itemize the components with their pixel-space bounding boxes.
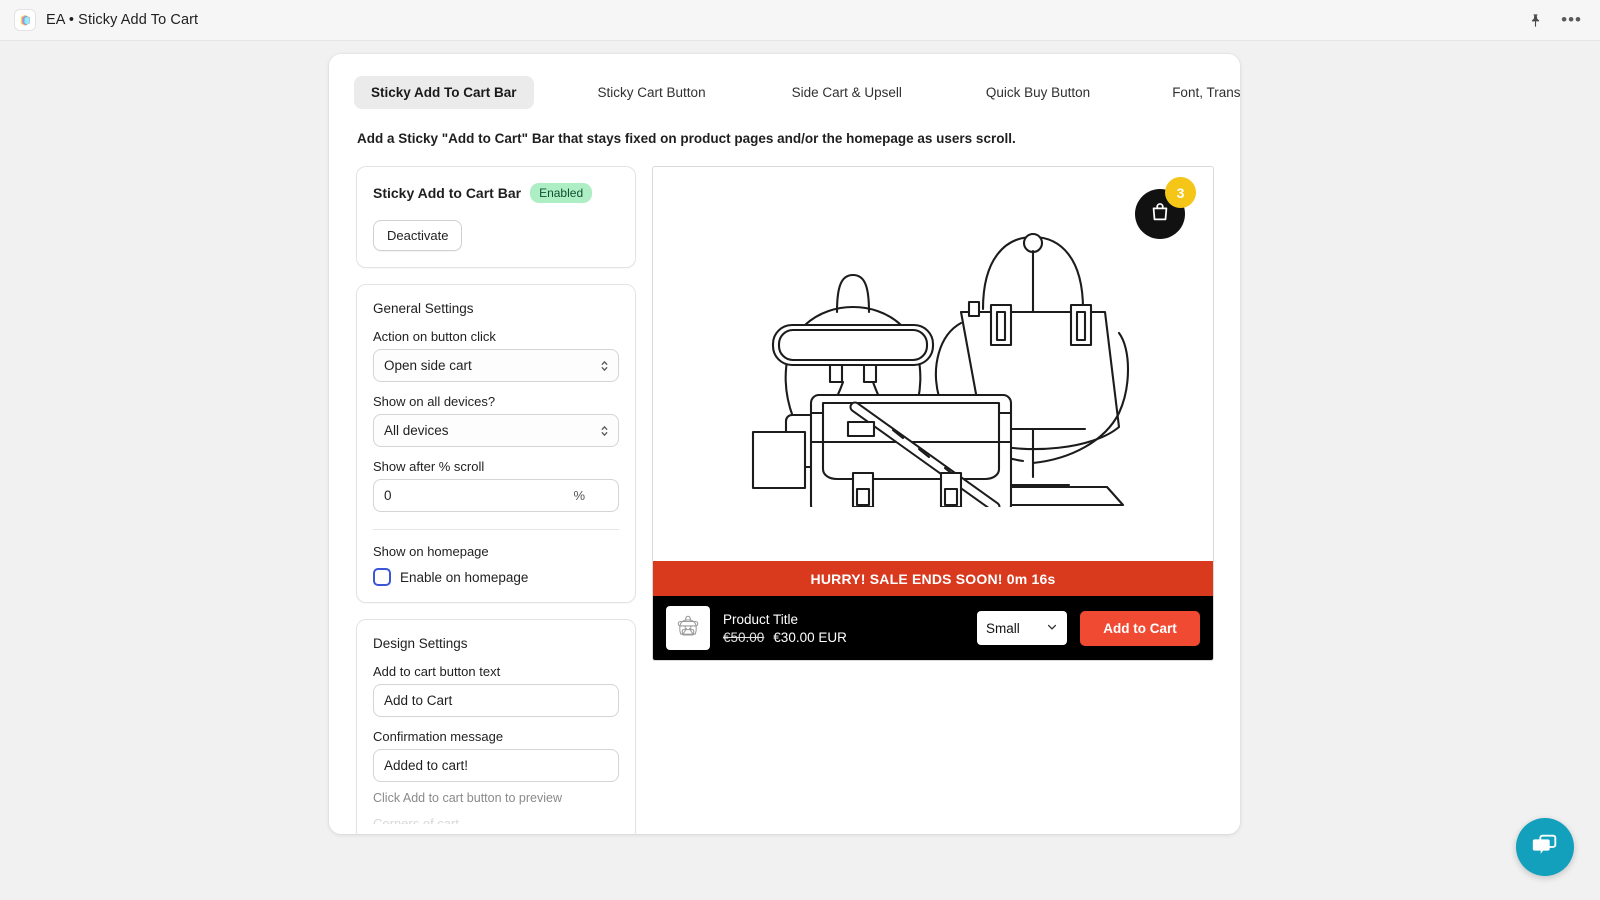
tab-sticky-cart-button[interactable]: Sticky Cart Button <box>581 76 723 109</box>
content-split: Sticky Add to Cart Bar Enabled Deactivat… <box>329 146 1240 834</box>
status-card: Sticky Add to Cart Bar Enabled Deactivat… <box>356 166 636 268</box>
shopping-bag-icon <box>1149 201 1171 228</box>
product-info: Product Title €50.00 €30.00 EUR <box>723 612 847 645</box>
status-card-header: Sticky Add to Cart Bar Enabled <box>373 183 619 203</box>
more-options-icon[interactable]: ••• <box>1561 11 1582 28</box>
status-badge: Enabled <box>530 183 593 203</box>
preview-column: 3 HURRY! SALE ENDS SOON! 0m 16s Product … <box>652 166 1214 834</box>
window-titlebar: EA • Sticky Add To Cart ••• <box>0 0 1600 41</box>
scroll-percent-label: Show after % scroll <box>373 459 485 474</box>
sale-price: €30.00 EUR <box>773 629 847 645</box>
preview-stage: 3 <box>653 167 1213 561</box>
chevron-down-icon <box>1046 621 1058 636</box>
action-on-click-label: Action on button click <box>373 329 496 344</box>
add-to-cart-text-input[interactable]: Add to Cart <box>373 684 619 717</box>
scroll-percent-input[interactable]: 0 % <box>373 479 619 512</box>
price-group: €50.00 €30.00 EUR <box>723 630 847 645</box>
enable-homepage-row[interactable]: Enable on homepage <box>373 568 619 586</box>
action-on-click-value: Open side cart <box>384 358 472 373</box>
confirmation-message-value: Added to cart! <box>384 758 469 773</box>
chat-launcher-button[interactable] <box>1516 818 1574 876</box>
show-on-devices-value: All devices <box>384 423 449 438</box>
design-settings-title: Design Settings <box>373 636 468 651</box>
add-to-cart-text-value: Add to Cart <box>384 693 453 708</box>
confirmation-message-label: Confirmation message <box>373 729 504 744</box>
chat-bubbles-icon <box>1530 830 1560 865</box>
cart-count-badge: 3 <box>1165 177 1196 208</box>
general-settings-card: General Settings Action on button click … <box>356 284 636 603</box>
tab-sticky-add-to-cart-bar[interactable]: Sticky Add To Cart Bar <box>354 76 534 109</box>
enable-homepage-checkbox[interactable] <box>373 568 391 586</box>
floating-cart-button[interactable]: 3 <box>1135 177 1196 239</box>
layers-logo-icon <box>14 9 36 31</box>
action-on-click-select[interactable]: Open side cart <box>373 349 619 382</box>
add-to-cart-button[interactable]: Add to Cart <box>1080 610 1200 646</box>
add-to-cart-text-label: Add to cart button text <box>373 664 501 679</box>
chevron-updown-icon <box>600 359 609 373</box>
storefront-preview-panel: 3 HURRY! SALE ENDS SOON! 0m 16s Product … <box>652 166 1214 661</box>
sale-countdown-bar: HURRY! SALE ENDS SOON! 0m 16s <box>653 561 1213 596</box>
settings-divider <box>373 529 619 530</box>
tab-side-cart-upsell[interactable]: Side Cart & Upsell <box>775 76 919 109</box>
app-title: EA • Sticky Add To Cart <box>46 12 199 28</box>
settings-column: Sticky Add to Cart Bar Enabled Deactivat… <box>356 166 636 834</box>
original-price: €50.00 <box>723 629 765 645</box>
percent-suffix: % <box>573 488 585 503</box>
page-description: Add a Sticky "Add to Cart" Bar that stay… <box>357 131 1016 146</box>
confirmation-message-input[interactable]: Added to cart! <box>373 749 619 782</box>
main-content-card: Sticky Add To Cart Bar Sticky Cart Butto… <box>329 54 1240 834</box>
sticky-add-to-cart-bar: Product Title €50.00 €30.00 EUR Small Ad… <box>653 596 1213 660</box>
titlebar-left-group: EA • Sticky Add To Cart <box>0 9 198 31</box>
status-card-title: Sticky Add to Cart Bar <box>373 185 522 201</box>
deactivate-button[interactable]: Deactivate <box>373 220 463 251</box>
variant-value: Small <box>986 620 1020 636</box>
design-settings-card: Design Settings Add to cart button text … <box>356 619 636 834</box>
tab-bar: Sticky Add To Cart Bar Sticky Cart Butto… <box>329 54 1240 109</box>
titlebar-right-group: ••• <box>1528 11 1600 28</box>
enable-homepage-label: Enable on homepage <box>400 569 529 585</box>
show-on-devices-label: Show on all devices? <box>373 394 496 409</box>
show-on-devices-select[interactable]: All devices <box>373 414 619 447</box>
backpack-icon <box>675 613 701 644</box>
chevron-updown-icon <box>600 424 609 438</box>
pin-icon[interactable] <box>1528 13 1543 28</box>
variant-select[interactable]: Small <box>977 611 1067 645</box>
show-on-homepage-label: Show on homepage <box>373 544 489 559</box>
tab-quick-buy-button[interactable]: Quick Buy Button <box>969 76 1107 109</box>
preview-hint: Click Add to cart button to preview <box>373 791 562 805</box>
bags-line-art-illustration <box>733 217 1133 514</box>
product-thumbnail <box>666 606 710 650</box>
product-title: Product Title <box>723 611 799 627</box>
general-settings-title: General Settings <box>373 301 474 316</box>
clipped-next-setting-label: Corners of cart <box>373 816 459 824</box>
scroll-percent-value: 0 <box>384 488 392 503</box>
tab-font-translation-css-js[interactable]: Font, Translation, CSS, JS <box>1155 76 1240 109</box>
